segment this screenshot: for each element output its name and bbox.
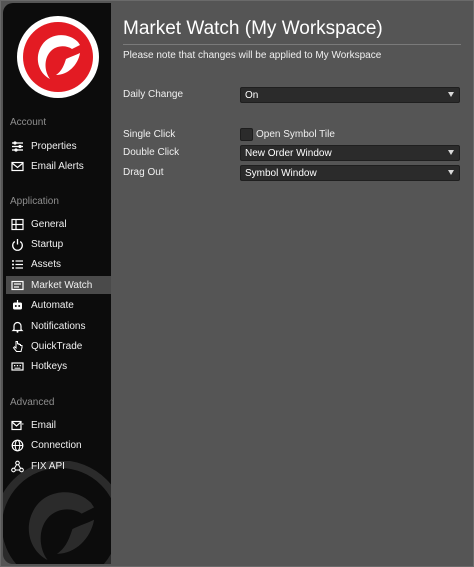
double-click-value: New Order Window [245, 147, 332, 159]
sidebar: Account Properties Email Alerts Applicat… [3, 3, 111, 564]
startup-icon [11, 238, 24, 251]
sidebar-item-assets[interactable]: Assets [6, 255, 111, 273]
email-icon [11, 419, 24, 432]
single-click-label: Single Click [123, 129, 176, 140]
sidebar-item-notifications[interactable]: Notifications [6, 317, 111, 335]
title-divider [123, 44, 461, 45]
automate-icon [11, 299, 24, 312]
sidebar-item-label: Email [31, 419, 57, 431]
market-watch-icon [11, 279, 24, 292]
sidebar-item-label: Email Alerts [31, 160, 84, 172]
assets-icon [11, 258, 24, 271]
globe-icon [11, 439, 24, 452]
ctrader-logo [17, 16, 99, 98]
network-icon [11, 460, 24, 473]
properties-icon [11, 140, 24, 153]
section-advanced: Advanced [10, 397, 55, 408]
sidebar-item-automate[interactable]: Automate [6, 296, 111, 314]
drag-out-select[interactable]: Symbol Window [240, 165, 460, 181]
open-symbol-tile-label: Open Symbol Tile [256, 129, 335, 140]
drag-out-label: Drag Out [123, 167, 164, 178]
sidebar-item-label: Hotkeys [31, 360, 68, 372]
sidebar-item-label: FIX API [31, 460, 65, 472]
section-account: Account [10, 117, 47, 128]
logo-watermark [3, 461, 111, 564]
sidebar-item-fix-api[interactable]: FIX API [6, 457, 111, 475]
sidebar-item-general[interactable]: General [6, 215, 111, 233]
general-icon [11, 218, 24, 231]
section-application: Application [10, 196, 59, 207]
keyboard-icon [11, 360, 24, 373]
sidebar-item-label: Market Watch [31, 279, 93, 291]
sidebar-item-label: Assets [31, 258, 62, 270]
chevron-down-icon [448, 170, 454, 175]
chevron-down-icon [448, 92, 454, 97]
sidebar-item-label: Startup [31, 238, 64, 250]
sidebar-item-startup[interactable]: Startup [6, 235, 111, 253]
open-symbol-tile-checkbox[interactable] [240, 128, 253, 141]
sidebar-item-label: Notifications [31, 320, 86, 332]
drag-out-value: Symbol Window [245, 167, 317, 179]
sidebar-item-email[interactable]: Email [6, 416, 111, 434]
bell-icon [11, 320, 24, 333]
sidebar-item-quicktrade[interactable]: QuickTrade [6, 337, 111, 355]
daily-change-select[interactable]: On [240, 87, 460, 103]
sidebar-item-label: Connection [31, 439, 82, 451]
daily-change-value: On [245, 89, 259, 101]
open-symbol-tile-option[interactable]: Open Symbol Tile [240, 128, 335, 141]
sidebar-item-email-alerts[interactable]: Email Alerts [6, 157, 111, 175]
sidebar-item-market-watch[interactable]: Market Watch [6, 276, 111, 294]
sidebar-item-hotkeys[interactable]: Hotkeys [6, 357, 111, 375]
sidebar-item-label: Properties [31, 140, 77, 152]
chevron-down-icon [448, 150, 454, 155]
sidebar-item-label: QuickTrade [31, 340, 83, 352]
page-title: Market Watch (My Workspace) [123, 18, 383, 39]
sidebar-item-label: Automate [31, 299, 74, 311]
pointer-hand-icon [11, 340, 24, 353]
double-click-select[interactable]: New Order Window [240, 145, 460, 161]
sidebar-item-connection[interactable]: Connection [6, 436, 111, 454]
workspace-note: Please note that changes will be applied… [123, 50, 382, 61]
double-click-label: Double Click [123, 147, 180, 158]
sidebar-item-properties[interactable]: Properties [6, 137, 111, 155]
daily-change-label: Daily Change [123, 89, 184, 100]
email-alerts-icon [11, 160, 24, 173]
sidebar-item-label: General [31, 218, 67, 230]
